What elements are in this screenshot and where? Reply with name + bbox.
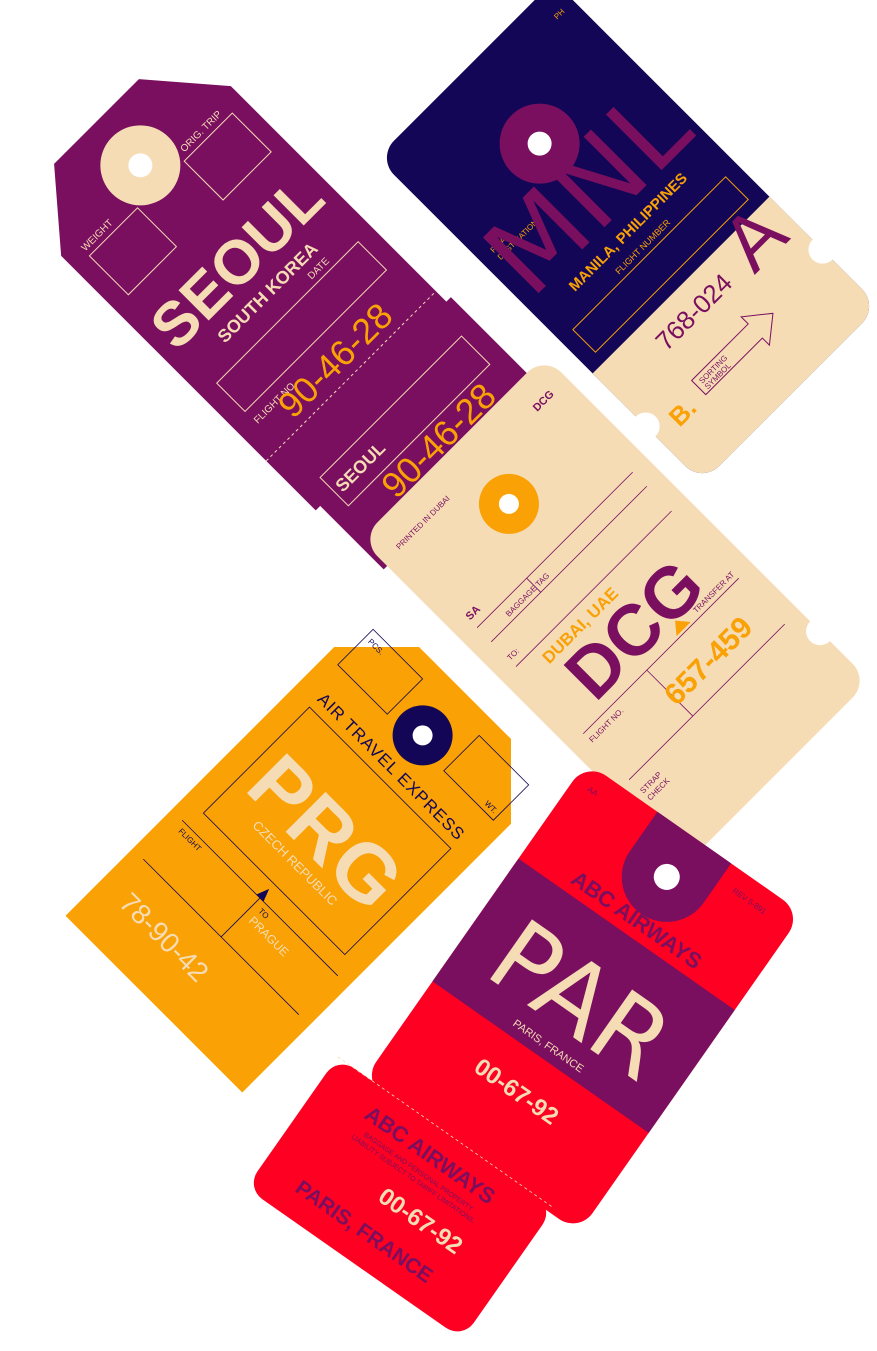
luggage-tags-illustration: ORIG. TRIP WEIGHT SEOUL SOUTH KOREA DATE… bbox=[54, 0, 870, 1332]
